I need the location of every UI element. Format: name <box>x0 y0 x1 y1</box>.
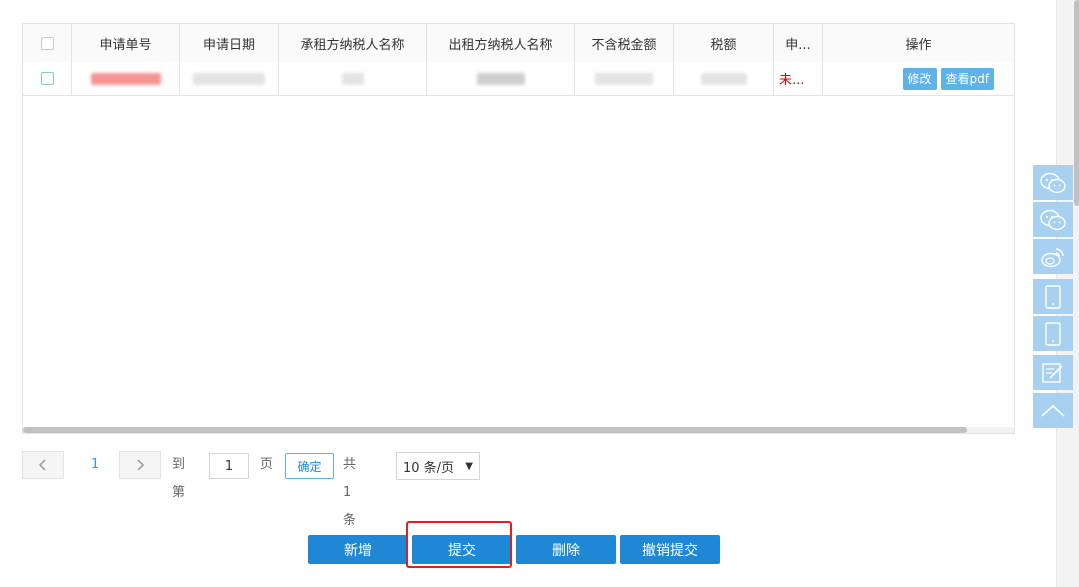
cancel-submit-button[interactable]: 撤销提交 <box>620 535 720 564</box>
goto-label: 到第 <box>172 457 186 500</box>
goto-confirm-button[interactable]: 确定 <box>285 453 334 479</box>
page-unit-label: 页 <box>260 457 274 472</box>
horizontal-scrollbar[interactable] <box>23 427 1014 433</box>
total-count: 共 1 条 <box>343 457 357 528</box>
goto-page-input[interactable] <box>209 453 249 479</box>
edit-icon <box>1042 362 1063 383</box>
redacted-value <box>90 72 161 85</box>
page-size-select[interactable]: 10 条/页 ▼ <box>396 452 480 480</box>
cell-application-no <box>72 62 180 95</box>
select-all-checkbox[interactable] <box>40 36 54 50</box>
side-tablet-button[interactable] <box>1033 279 1073 314</box>
cell-application-date <box>180 62 279 95</box>
redacted-value <box>193 72 265 85</box>
submit-highlight-box <box>406 521 512 568</box>
chevron-right-icon <box>137 459 145 471</box>
tablet-icon <box>1045 284 1061 309</box>
horizontal-scrollbar-thumb[interactable] <box>23 427 967 433</box>
table-header: 申请单号 申请日期 承租方纳税人名称 出租方纳税人名称 不含税金额 税额 申..… <box>23 24 1014 63</box>
vertical-scrollbar-thumb[interactable] <box>1074 0 1079 206</box>
delete-button[interactable]: 删除 <box>516 535 616 564</box>
column-header-application-date[interactable]: 申请日期 <box>180 24 279 62</box>
side-wechat-button[interactable] <box>1033 165 1073 200</box>
redacted-value <box>341 72 364 85</box>
chevron-left-icon <box>38 459 46 471</box>
row-checkbox[interactable] <box>40 72 54 85</box>
back-to-top-button[interactable] <box>1033 393 1073 428</box>
edit-button[interactable]: 修改 <box>902 67 937 90</box>
column-header-amount-excl-tax[interactable]: 不含税金额 <box>575 24 674 62</box>
cell-operations: 修改 查看pdf <box>823 62 1014 95</box>
caret-down-icon: ▼ <box>465 460 473 472</box>
header-select-all-cell <box>23 24 72 62</box>
cell-lessee-name <box>279 62 427 95</box>
chevron-up-icon <box>1041 404 1065 417</box>
table-row[interactable]: 未... 修改 查看pdf <box>23 62 1014 96</box>
prev-page-button[interactable] <box>22 451 64 479</box>
column-header-status[interactable]: 申... <box>774 24 823 62</box>
page-number-current[interactable]: 1 <box>91 451 99 479</box>
wechat-icon <box>1040 209 1066 230</box>
column-header-tax-amount[interactable]: 税额 <box>674 24 774 62</box>
side-edit-button[interactable] <box>1033 355 1073 390</box>
cell-status: 未... <box>774 62 823 95</box>
tablet-icon <box>1045 321 1061 346</box>
status-text: 未... <box>779 73 805 88</box>
add-button[interactable]: 新增 <box>308 535 408 564</box>
side-tablet-button[interactable] <box>1033 316 1073 351</box>
redacted-value <box>700 72 747 85</box>
column-header-lessor-name[interactable]: 出租方纳税人名称 <box>427 24 575 62</box>
cell-lessor-name <box>427 62 575 95</box>
row-select-cell <box>23 62 72 95</box>
next-page-button[interactable] <box>119 451 161 479</box>
column-header-operations: 操作 <box>905 37 932 53</box>
view-pdf-button[interactable]: 查看pdf <box>940 67 994 90</box>
page-size-value: 10 条/页 <box>403 460 455 476</box>
application-table: 申请单号 申请日期 承租方纳税人名称 出租方纳税人名称 不含税金额 税额 申..… <box>22 23 1015 434</box>
column-header-lessee-name[interactable]: 承租方纳税人名称 <box>279 24 427 62</box>
wechat-icon <box>1040 172 1066 193</box>
column-header-application-no[interactable]: 申请单号 <box>72 24 180 62</box>
cell-tax-amount <box>674 62 774 95</box>
redacted-value <box>476 72 525 85</box>
cell-amount-excl-tax <box>575 62 674 95</box>
redacted-value <box>595 72 653 85</box>
side-wechat-button[interactable] <box>1033 202 1073 237</box>
side-weibo-button[interactable] <box>1033 239 1073 274</box>
weibo-icon <box>1041 247 1064 267</box>
